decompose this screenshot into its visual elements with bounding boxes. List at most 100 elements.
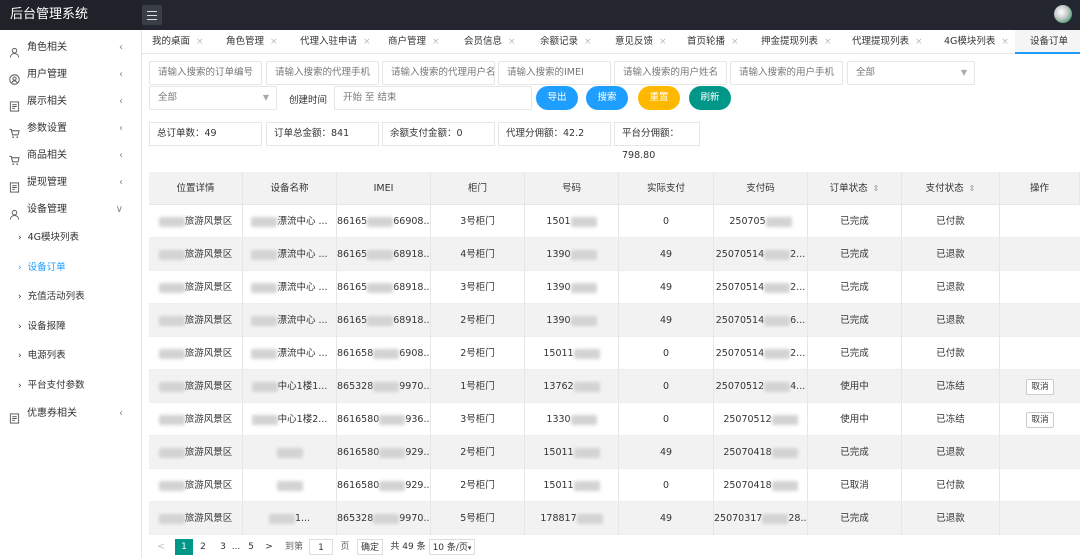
- tab-5[interactable]: 余额记录 ×: [530, 30, 605, 54]
- table-row[interactable]: 旅游风景区 中心1楼2... 8616580 936... 3号柜门 1330 0…: [149, 403, 1080, 436]
- status-select-2[interactable]: 全部 ▼: [149, 86, 277, 110]
- sidebar-item-2[interactable]: 展示相关 ‹: [0, 88, 141, 115]
- date-range-input[interactable]: 开始 至 结束: [334, 86, 532, 110]
- table-row[interactable]: 旅游风景区 漂流中心 ... 86165 66908... 3号柜门 1501 0…: [149, 205, 1080, 238]
- header-cell[interactable]: 支付状态 ⇕: [902, 172, 1000, 205]
- table-row[interactable]: 旅游风景区 中心1楼1... 865328 9970... 1号柜门 13762 …: [149, 370, 1080, 403]
- sidebar-item-3[interactable]: 参数设置 ‹: [0, 115, 141, 142]
- sidebar-item-6[interactable]: 设备管理 ∨: [0, 196, 141, 223]
- imei-input[interactable]: 请输入搜索的IMEI: [498, 61, 611, 85]
- tab-7[interactable]: 首页轮播 ×: [677, 30, 751, 54]
- cell-paid: 0: [619, 403, 714, 436]
- tab-4[interactable]: 会员信息 ×: [454, 30, 530, 54]
- cell-ops: [1000, 502, 1080, 535]
- tab-8[interactable]: 押金提现列表 ×: [751, 30, 842, 54]
- device-text: 漂流中心 ...: [277, 216, 328, 227]
- sidebar-item-4[interactable]: 商品相关 ‹: [0, 142, 141, 169]
- agent-phone-input[interactable]: 请输入搜索的代理手机: [266, 61, 379, 85]
- tab-9[interactable]: 代理提现列表 ×: [842, 30, 934, 54]
- sidebar-item-1[interactable]: 用户管理 ‹: [0, 61, 141, 88]
- location-text: 旅游风景区: [184, 249, 233, 260]
- sidebar-item-5[interactable]: 提现管理 ‹: [0, 169, 141, 196]
- cancel-button[interactable]: 取消: [1026, 412, 1054, 428]
- close-icon[interactable]: ×: [915, 37, 923, 47]
- page-unit-label: 页: [340, 542, 350, 552]
- sidebar-subitem-label: 设备报障: [27, 320, 66, 332]
- reset-button[interactable]: 重置: [638, 86, 680, 110]
- page-1-button[interactable]: 1: [175, 539, 193, 555]
- tab-1[interactable]: 角色管理 ×: [216, 30, 290, 54]
- tab-10[interactable]: 4G模块列表 ×: [934, 30, 1015, 54]
- sidebar-item-coupons[interactable]: 优惠券相关 ‹: [0, 400, 141, 427]
- search-button[interactable]: 搜索: [586, 86, 628, 110]
- close-icon[interactable]: ×: [363, 37, 371, 47]
- pay-code-tail-text: 2...: [790, 348, 806, 359]
- agent-user-input[interactable]: 请输入搜索的代理用户名: [382, 61, 495, 85]
- goto-page-input[interactable]: 1: [309, 539, 333, 555]
- tab-3[interactable]: 商户管理 ×: [378, 30, 454, 54]
- cancel-button[interactable]: 取消: [1026, 379, 1054, 395]
- tab-2[interactable]: 代理入驻申请 ×: [290, 30, 378, 54]
- goto-confirm-button[interactable]: 确定: [357, 539, 383, 555]
- sort-icon[interactable]: ⇕: [969, 184, 976, 193]
- close-icon[interactable]: ×: [196, 37, 204, 47]
- close-icon[interactable]: ×: [432, 37, 440, 47]
- page-3-button[interactable]: 3: [217, 539, 229, 555]
- sidebar-subitem-3[interactable]: › 设备报障: [0, 312, 141, 342]
- redacted-block: [570, 315, 597, 326]
- redacted-block: [251, 282, 278, 293]
- tab-0[interactable]: 我的桌面 ×: [142, 30, 216, 54]
- redacted-block: [771, 414, 798, 425]
- redacted-block: [771, 447, 798, 458]
- close-icon[interactable]: ×: [508, 37, 516, 47]
- tab-11[interactable]: 设备订单: [1015, 30, 1080, 54]
- redacted-block: [158, 513, 185, 524]
- sidebar-item-0[interactable]: 角色相关 ‹: [0, 34, 141, 61]
- menu-toggle-icon[interactable]: [142, 5, 162, 25]
- close-icon[interactable]: ×: [584, 37, 592, 47]
- cell-door: 2号柜门: [431, 469, 525, 502]
- sidebar-subitem-0[interactable]: › 4G模块列表: [0, 223, 141, 253]
- table-row[interactable]: 旅游风景区 8616580 929... 2号柜门 15011 0 2507041…: [149, 469, 1080, 502]
- cell-ops: [1000, 436, 1080, 469]
- cell-pay-status: 已付款: [902, 469, 1000, 502]
- sidebar-subitem-5[interactable]: › 平台支付参数: [0, 371, 141, 401]
- user-phone-input[interactable]: 请输入搜索的用户手机: [730, 61, 843, 85]
- phone-text: 15011: [543, 480, 574, 491]
- next-page-button[interactable]: >: [263, 539, 275, 555]
- phone-text: 1330: [546, 414, 571, 425]
- sort-icon[interactable]: ⇕: [873, 184, 880, 193]
- cell-device: 1...: [243, 502, 337, 535]
- redacted-block: [570, 282, 597, 293]
- tab-6[interactable]: 意见反馈 ×: [605, 30, 677, 54]
- close-icon[interactable]: ×: [659, 37, 667, 47]
- table-row[interactable]: 旅游风景区 漂流中心 ... 86165 68918... 3号柜门 1390 4…: [149, 271, 1080, 304]
- table-row[interactable]: 旅游风景区 漂流中心 ... 86165 68918... 4号柜门 1390 4…: [149, 238, 1080, 271]
- prev-page-button[interactable]: <: [155, 539, 167, 555]
- page-5-button[interactable]: 5: [245, 539, 257, 555]
- avatar[interactable]: [1054, 5, 1072, 23]
- user-name-input[interactable]: 请输入搜索的用户姓名: [614, 61, 727, 85]
- close-icon[interactable]: ×: [1001, 37, 1009, 47]
- close-icon[interactable]: ×: [270, 37, 278, 47]
- per-page-select[interactable]: 10 条/页▾: [429, 539, 475, 555]
- table-row[interactable]: 旅游风景区 8616580 929... 2号柜门 15011 49 250704…: [149, 436, 1080, 469]
- order-no-input[interactable]: 请输入搜索的订单编号: [149, 61, 262, 85]
- status-select-1[interactable]: 全部 ▼: [847, 61, 975, 85]
- sidebar-subitem-4[interactable]: › 电源列表: [0, 341, 141, 371]
- table-row[interactable]: 旅游风景区 漂流中心 ... 861658 6908... 2号柜门 15011 …: [149, 337, 1080, 370]
- refresh-button[interactable]: 刷新: [689, 86, 731, 110]
- cell-imei: 86165 68918...: [337, 304, 431, 337]
- table-row[interactable]: 旅游风景区 1... 865328 9970... 5号柜门 178817 49 …: [149, 502, 1080, 535]
- header-cell[interactable]: 订单状态 ⇕: [808, 172, 902, 205]
- close-icon[interactable]: ×: [731, 37, 739, 47]
- table-row[interactable]: 旅游风景区 漂流中心 ... 86165 68918... 2号柜门 1390 4…: [149, 304, 1080, 337]
- sidebar-subitem-2[interactable]: › 充值活动列表: [0, 282, 141, 312]
- export-button[interactable]: 导出: [536, 86, 578, 110]
- page-2-button[interactable]: 2: [197, 539, 209, 555]
- imei-text: 865328: [337, 381, 374, 392]
- redacted-block: [573, 348, 600, 359]
- sidebar-subitem-1[interactable]: › 设备订单: [0, 253, 141, 283]
- cell-imei: 86165 68918...: [337, 238, 431, 271]
- close-icon[interactable]: ×: [824, 37, 832, 47]
